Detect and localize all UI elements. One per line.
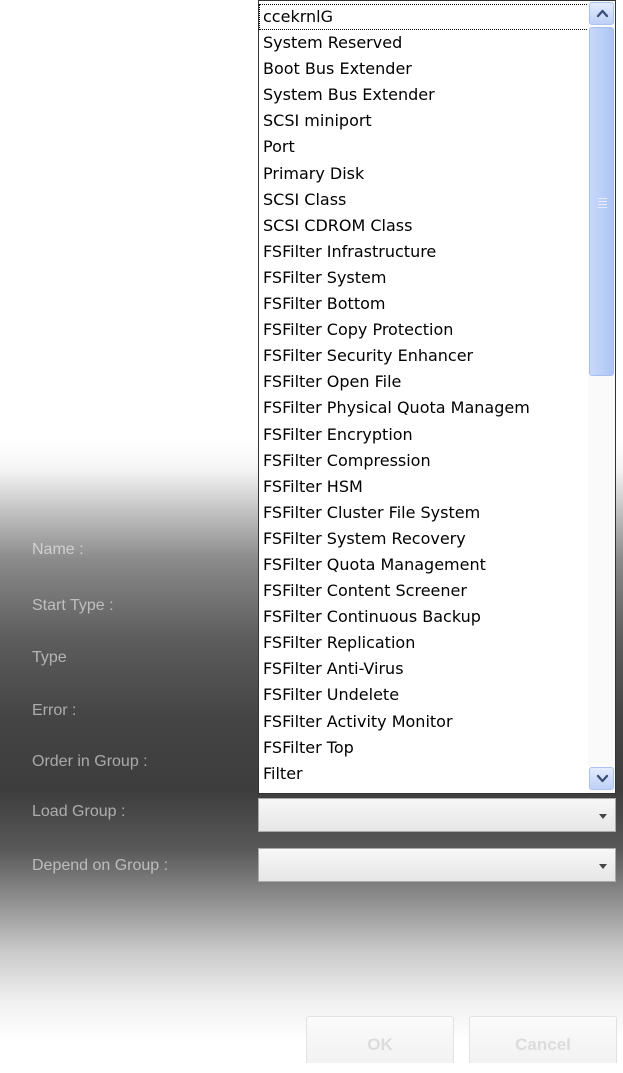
dropdown-options: ccekrnlG System Reserved Boot Bus Extender… — [259, 4, 589, 787]
dropdown-option[interactable]: FSFilter Copy Protection — [259, 317, 589, 343]
order-in-group-label: Order in Group : — [32, 753, 148, 770]
chevron-up-icon — [596, 9, 609, 18]
vertical-scrollbar[interactable] — [588, 1, 615, 793]
dropdown-option[interactable]: Filter — [259, 761, 589, 787]
load-group-label: Load Group : — [32, 803, 126, 820]
dropdown-option[interactable]: FSFilter Cluster File System — [259, 500, 589, 526]
dropdown-option[interactable]: FSFilter Infrastructure — [259, 239, 589, 265]
dropdown-option[interactable]: FSFilter Physical Quota Managem — [259, 395, 589, 421]
dropdown-option[interactable]: Boot Bus Extender — [259, 56, 589, 82]
dropdown-option[interactable]: FSFilter Top — [259, 735, 589, 761]
dropdown-option[interactable]: FSFilter Undelete — [259, 682, 589, 708]
dropdown-option[interactable]: FSFilter Anti-Virus — [259, 656, 589, 682]
scroll-down-button[interactable] — [589, 767, 614, 790]
dropdown-option[interactable]: System Reserved — [259, 30, 589, 56]
load-group-select[interactable] — [258, 798, 616, 832]
dropdown-option[interactable]: FSFilter System — [259, 265, 589, 291]
dropdown-option[interactable]: FSFilter System Recovery — [259, 526, 589, 552]
dropdown-option[interactable]: ccekrnlG — [259, 4, 589, 31]
load-group-dropdown-list[interactable]: ccekrnlG System Reserved Boot Bus Extender… — [258, 0, 616, 794]
scrollbar-thumb[interactable] — [589, 27, 614, 376]
dropdown-option[interactable]: FSFilter Bottom — [259, 291, 589, 317]
dropdown-option[interactable]: FSFilter Replication — [259, 630, 589, 656]
name-label: Name : — [32, 541, 84, 558]
caret-down-icon[interactable] — [599, 864, 607, 869]
type-label: Type — [32, 649, 67, 666]
grip-line — [598, 204, 607, 205]
scroll-up-button[interactable] — [589, 2, 614, 25]
grip-line — [598, 198, 607, 199]
dropdown-option[interactable]: FSFilter Security Enhancer — [259, 343, 589, 369]
dropdown-option[interactable]: FSFilter HSM — [259, 474, 589, 500]
dropdown-option[interactable]: FSFilter Quota Management — [259, 552, 589, 578]
dropdown-option[interactable]: Port — [259, 134, 589, 160]
dropdown-option[interactable]: FSFilter Content Screener — [259, 578, 589, 604]
grip-line — [598, 207, 607, 208]
depend-on-group-label: Depend on Group : — [32, 857, 169, 874]
grip-line — [598, 201, 607, 202]
start-type-label: Start Type : — [32, 597, 114, 614]
ok-button[interactable]: OK — [306, 1016, 454, 1063]
chevron-down-icon — [596, 774, 609, 783]
cancel-button[interactable]: Cancel — [469, 1016, 617, 1063]
dropdown-option[interactable]: SCSI miniport — [259, 108, 589, 134]
dropdown-option[interactable]: FSFilter Continuous Backup — [259, 604, 589, 630]
dropdown-option[interactable]: SCSI Class — [259, 187, 589, 213]
error-label: Error : — [32, 702, 77, 719]
dropdown-option[interactable]: FSFilter Encryption — [259, 422, 589, 448]
dropdown-option[interactable]: FSFilter Activity Monitor — [259, 709, 589, 735]
dropdown-option[interactable]: SCSI CDROM Class — [259, 213, 589, 239]
depend-on-group-select[interactable] — [258, 848, 616, 882]
dropdown-option[interactable]: FSFilter Open File — [259, 369, 589, 395]
dropdown-option[interactable]: Primary Disk — [259, 161, 589, 187]
dropdown-option[interactable]: FSFilter Compression — [259, 448, 589, 474]
caret-down-icon[interactable] — [599, 814, 607, 819]
dropdown-option[interactable]: System Bus Extender — [259, 82, 589, 108]
